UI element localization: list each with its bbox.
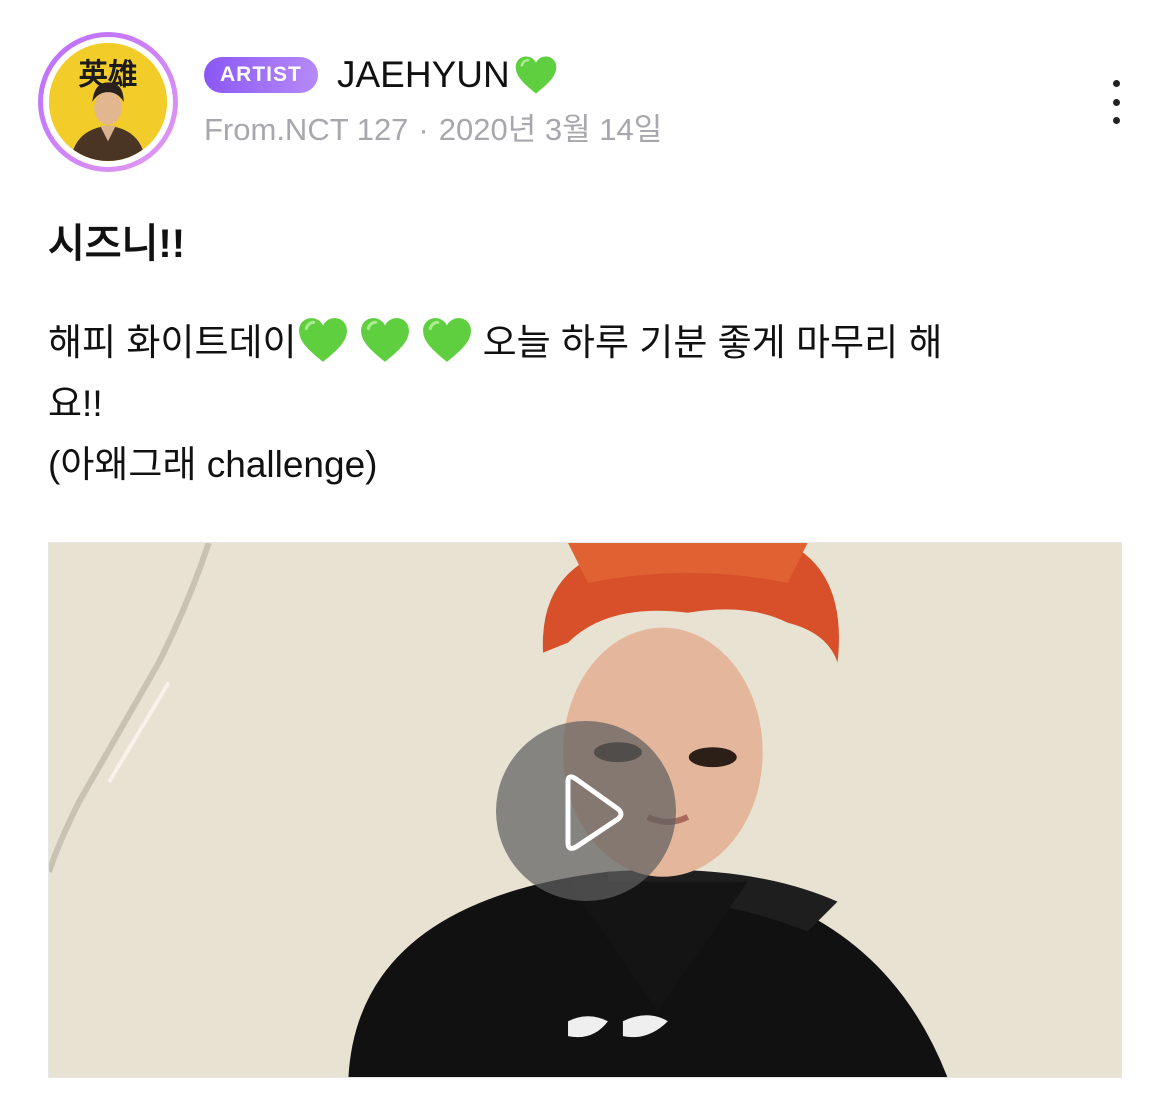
- post-body-text-end: 오늘 하루 기분 좋게 마무리 해: [482, 322, 943, 363]
- post-title: 시즈니!!: [48, 222, 186, 266]
- play-icon: [565, 774, 624, 851]
- play-button[interactable]: [496, 721, 676, 901]
- green-heart-icon: [514, 54, 558, 96]
- green-heart-icon: [421, 315, 473, 365]
- post-date: 2020년 3월 14일: [438, 112, 663, 147]
- post-body-line-2: 요!!: [48, 383, 103, 424]
- more-options-button[interactable]: [1098, 80, 1134, 124]
- post-body-line-3: (아왜그래 challenge): [48, 444, 378, 485]
- meta-separator: ·: [418, 112, 429, 147]
- post-meta: From.NCT 127 · 2020년 3월 14일: [204, 110, 662, 150]
- post-body-line-1: 해피 화이트데이 오늘 하루 기분 좋게 마무리 해: [48, 312, 1123, 373]
- video-player[interactable]: [48, 542, 1122, 1078]
- avatar-image: 英雄: [49, 43, 167, 161]
- post-source[interactable]: From.NCT 127: [204, 110, 408, 150]
- avatar[interactable]: 英雄: [38, 32, 178, 172]
- more-vertical-icon: [1112, 80, 1120, 87]
- post-card: 英雄 ARTIST JAEHYUN From.NCT 127 · 2020년 3…: [0, 0, 1170, 1095]
- post-body-text-start: 해피 화이트데이: [48, 322, 297, 363]
- author-name[interactable]: JAEHYUN: [337, 53, 558, 97]
- author-name-text: JAEHYUN: [337, 54, 510, 95]
- artist-badge: ARTIST: [204, 57, 318, 93]
- green-heart-icon: [297, 315, 349, 365]
- green-heart-icon: [359, 315, 411, 365]
- avatar-artwork: 英雄: [49, 43, 167, 161]
- post-body: 해피 화이트데이 오늘 하루 기분 좋게 마무리 해 요!! (아왜그래 chal…: [48, 312, 1123, 495]
